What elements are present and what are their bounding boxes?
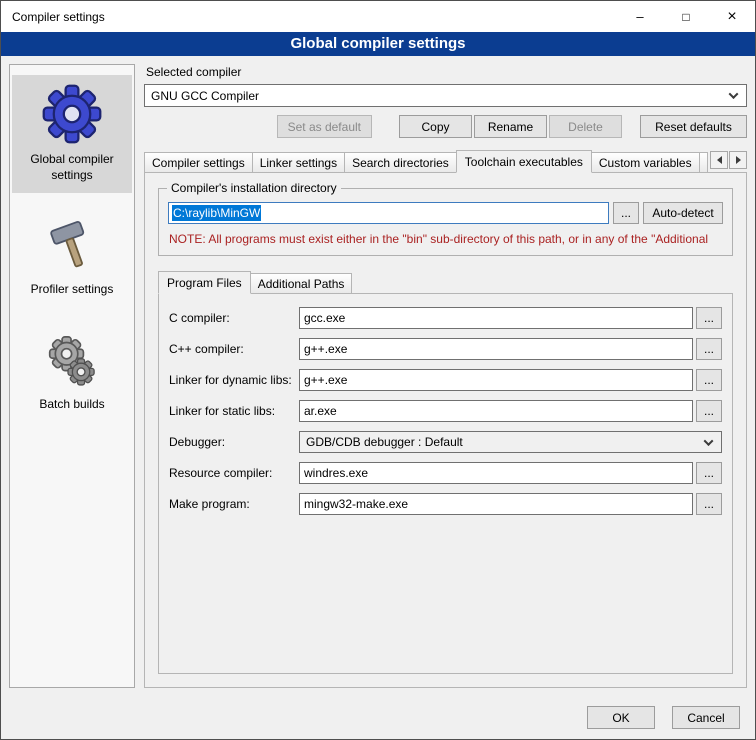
sidebar-item-profiler-settings[interactable]: Profiler settings: [12, 209, 132, 308]
auto-detect-button[interactable]: Auto-detect: [643, 202, 723, 224]
tab-custom-variables[interactable]: Custom variables: [591, 152, 700, 172]
debugger-value: GDB/CDB debugger : Default: [306, 435, 699, 449]
profiler-hammer-icon: [43, 217, 101, 275]
linker-dynamic-input[interactable]: [299, 369, 693, 391]
dialog-footer: OK Cancel: [1, 696, 755, 739]
dialog-header-title: Global compiler settings: [1, 32, 755, 56]
tab-build-options[interactable]: Buil: [699, 152, 708, 172]
installation-directory-row: C:\raylib\MinGW ... Auto-detect: [168, 202, 723, 224]
tab-scroll-right-button[interactable]: [729, 151, 747, 169]
browse-button[interactable]: ...: [696, 369, 722, 391]
tab-additional-paths[interactable]: Additional Paths: [250, 273, 353, 293]
toolchain-executables-panel: Compiler's installation directory C:\ray…: [144, 172, 747, 688]
selected-compiler-dropdown[interactable]: GNU GCC Compiler: [144, 84, 747, 107]
cancel-button[interactable]: Cancel: [672, 706, 740, 729]
tab-program-files[interactable]: Program Files: [158, 271, 251, 294]
form-row: Debugger: GDB/CDB debugger : Default: [169, 431, 722, 453]
chevron-down-icon: [729, 89, 739, 99]
tab-scroll-left-button[interactable]: [710, 151, 728, 169]
sidebar-item-label: Profiler settings: [31, 282, 114, 298]
reset-defaults-button[interactable]: Reset defaults: [640, 115, 747, 138]
make-program-input[interactable]: [299, 493, 693, 515]
linker-static-input[interactable]: [299, 400, 693, 422]
form-row: C compiler: ...: [169, 307, 722, 329]
window-controls: – □ ×: [617, 1, 755, 32]
compiler-actions: Set as default Copy Rename Delete Reset …: [144, 115, 747, 138]
browse-button[interactable]: ...: [696, 462, 722, 484]
field-label: C compiler:: [169, 311, 299, 325]
gray-gears-icon: [43, 332, 101, 390]
sidebar-item-label: Batch builds: [39, 397, 104, 413]
field-label: C++ compiler:: [169, 342, 299, 356]
rename-button[interactable]: Rename: [474, 115, 547, 138]
installation-directory-value: C:\raylib\MinGW: [172, 205, 261, 221]
maximize-button[interactable]: □: [663, 1, 709, 32]
browse-button[interactable]: ...: [696, 493, 722, 515]
field-label: Resource compiler:: [169, 466, 299, 480]
window-title: Compiler settings: [12, 10, 105, 24]
installation-directory-group-title: Compiler's installation directory: [167, 181, 341, 195]
dialog-body: Global compiler settings Profiler settin…: [1, 56, 755, 696]
right-arrow-icon: [736, 156, 741, 164]
field-label: Linker for static libs:: [169, 404, 299, 418]
browse-button[interactable]: ...: [696, 400, 722, 422]
form-row: Make program: ...: [169, 493, 722, 515]
form-row: C++ compiler: ...: [169, 338, 722, 360]
form-row: Linker for dynamic libs: ...: [169, 369, 722, 391]
delete-button[interactable]: Delete: [549, 115, 622, 138]
compiler-settings-window: { "colors": { "header-bg": "#0b3d91", "n…: [0, 0, 756, 740]
field-label: Linker for dynamic libs:: [169, 373, 299, 387]
form-row: Linker for static libs: ...: [169, 400, 722, 422]
tab-search-directories[interactable]: Search directories: [344, 152, 457, 172]
resource-compiler-input[interactable]: [299, 462, 693, 484]
browse-button[interactable]: ...: [696, 338, 722, 360]
tab-scroll-buttons: [710, 151, 747, 169]
ok-button[interactable]: OK: [587, 706, 655, 729]
debugger-dropdown[interactable]: GDB/CDB debugger : Default: [299, 431, 722, 453]
browse-button[interactable]: ...: [696, 307, 722, 329]
field-label: Debugger:: [169, 435, 299, 449]
blue-gear-icon: [41, 83, 103, 145]
installation-directory-input[interactable]: C:\raylib\MinGW: [168, 202, 609, 224]
bin-subdirectory-note: NOTE: All programs must exist either in …: [169, 232, 722, 246]
cpp-compiler-input[interactable]: [299, 338, 693, 360]
settings-tabstrip: Compiler settings Linker settings Search…: [144, 149, 747, 172]
browse-directory-button[interactable]: ...: [613, 202, 639, 224]
sidebar-item-batch-builds[interactable]: Batch builds: [12, 324, 132, 423]
chevron-down-icon: [704, 436, 714, 446]
form-row: Resource compiler: ...: [169, 462, 722, 484]
copy-button[interactable]: Copy: [399, 115, 472, 138]
selected-compiler-value: GNU GCC Compiler: [151, 89, 724, 103]
left-arrow-icon: [717, 156, 722, 164]
selected-compiler-label: Selected compiler: [146, 65, 747, 79]
program-files-tabstrip: Program Files Additional Paths: [158, 270, 733, 293]
tab-toolchain-executables[interactable]: Toolchain executables: [456, 150, 592, 173]
close-button[interactable]: ×: [709, 1, 755, 32]
sidebar-item-label: Global compiler settings: [14, 152, 130, 183]
tab-linker-settings[interactable]: Linker settings: [252, 152, 345, 172]
minimize-button[interactable]: –: [617, 1, 663, 32]
sidebar-item-global-compiler-settings[interactable]: Global compiler settings: [12, 75, 132, 193]
titlebar: Compiler settings – □ ×: [1, 1, 755, 32]
installation-directory-group: Compiler's installation directory C:\ray…: [158, 188, 733, 256]
main-area: Selected compiler GNU GCC Compiler Set a…: [144, 64, 747, 688]
field-label: Make program:: [169, 497, 299, 511]
c-compiler-input[interactable]: [299, 307, 693, 329]
program-files-panel: C compiler: ... C++ compiler: ... Linker…: [158, 293, 733, 674]
set-as-default-button[interactable]: Set as default: [277, 115, 372, 138]
settings-category-list: Global compiler settings Profiler settin…: [9, 64, 135, 688]
tab-compiler-settings[interactable]: Compiler settings: [144, 152, 253, 172]
